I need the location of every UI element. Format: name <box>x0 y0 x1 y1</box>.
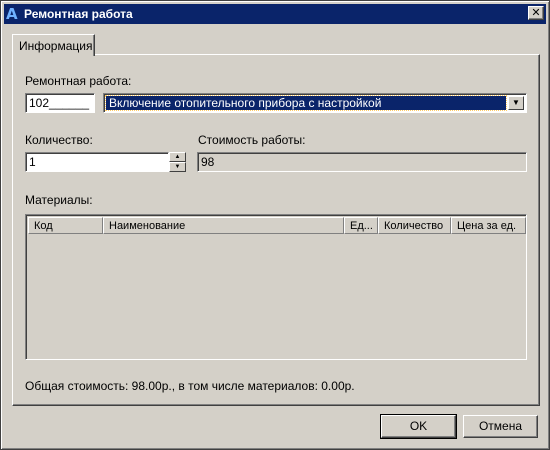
spin-down-button[interactable]: ▼ <box>169 162 186 172</box>
column-header-quantity[interactable]: Количество <box>378 217 451 234</box>
arrow-down-icon: ▼ <box>174 164 181 170</box>
ok-button[interactable]: OK <box>380 414 457 439</box>
quantity-input[interactable]: 1 <box>25 152 169 172</box>
quantity-label: Количество: <box>25 133 93 147</box>
column-header-unit-price[interactable]: Цена за ед. <box>451 217 526 234</box>
tab-information[interactable]: Информация <box>12 34 95 56</box>
chevron-down-icon: ▼ <box>512 98 520 107</box>
quantity-stepper[interactable]: ▲ ▼ <box>169 152 186 173</box>
column-header-unit[interactable]: Ед... <box>344 217 378 234</box>
work-cost-label: Стоимость работы: <box>198 133 306 147</box>
repair-code-input[interactable]: 102______ <box>25 93 95 113</box>
arrow-up-icon: ▲ <box>174 154 181 160</box>
materials-label: Материалы: <box>25 193 93 207</box>
app-icon: A <box>6 5 18 23</box>
repair-work-label: Ремонтная работа: <box>25 74 132 88</box>
window-title: Ремонтная работа <box>24 7 133 21</box>
column-header-code[interactable]: Код <box>28 217 103 234</box>
dropdown-arrow-button[interactable]: ▼ <box>508 96 524 110</box>
table-header: Код Наименование Ед... Количество Цена з… <box>28 217 526 234</box>
close-button[interactable]: ✕ <box>528 6 544 20</box>
spin-up-button[interactable]: ▲ <box>169 152 186 162</box>
total-cost-text: Общая стоимость: 98.00р., в том числе ма… <box>25 379 355 393</box>
title-bar[interactable]: A Ремонтная работа ✕ <box>4 4 546 24</box>
dialog-window: A Ремонтная работа ✕ Информация Ремонтна… <box>0 0 550 450</box>
column-header-name[interactable]: Наименование <box>103 217 344 234</box>
repair-work-selected: Включение отопительного прибора с настро… <box>105 95 507 111</box>
cancel-button[interactable]: Отмена <box>463 415 538 438</box>
materials-table[interactable]: Код Наименование Ед... Количество Цена з… <box>25 214 527 360</box>
close-icon: ✕ <box>531 6 541 19</box>
work-cost-field: 98 <box>197 152 527 172</box>
repair-work-select[interactable]: Включение отопительного прибора с настро… <box>103 93 527 113</box>
